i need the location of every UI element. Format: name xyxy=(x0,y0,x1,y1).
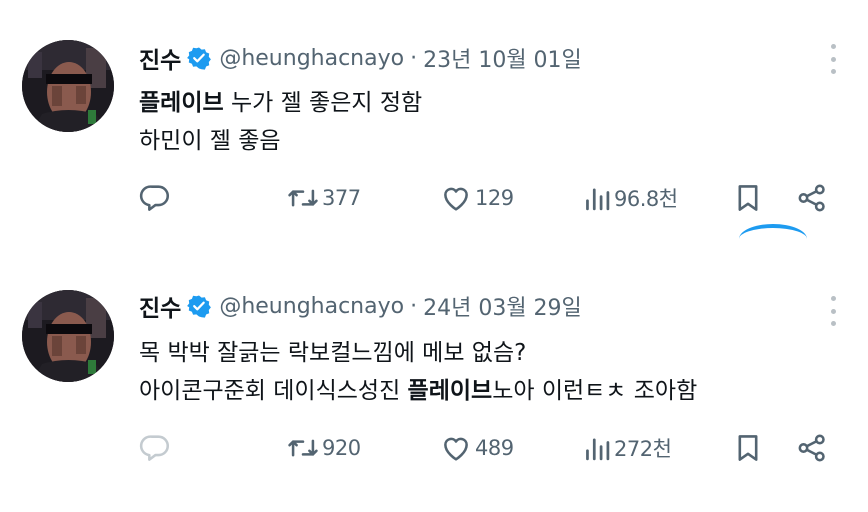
heart-icon xyxy=(439,181,473,215)
reply-button[interactable] xyxy=(138,181,172,215)
retweet-count: 377 xyxy=(322,186,361,210)
share-icon xyxy=(795,431,829,465)
tweet-2[interactable]: 진수 @heunghacnayo · 24년 03월 29일 목 박박 잘긁는 … xyxy=(0,258,868,512)
action-bar: 377 129 96.8천 xyxy=(0,181,868,221)
tweet-feed: 진수 @heunghacnayo · 23년 10월 01일 플레이브 누가 젤… xyxy=(0,0,868,512)
reply-button[interactable] xyxy=(138,431,172,465)
retweet-button[interactable]: 377 xyxy=(286,181,361,215)
more-vertical-icon[interactable] xyxy=(828,296,838,326)
retweet-button[interactable]: 920 xyxy=(286,431,361,465)
tweet-text-segment: 아이콘구준회 데이식스성진 xyxy=(139,378,408,404)
tweet-header: 진수 @heunghacnayo · 23년 10월 01일 xyxy=(139,40,582,76)
tweet-header: 진수 @heunghacnayo · 24년 03월 29일 xyxy=(139,288,582,324)
retweet-count: 920 xyxy=(322,436,361,460)
views-button[interactable]: 96.8천 xyxy=(582,181,678,215)
views-count: 272천 xyxy=(614,437,672,461)
views-icon xyxy=(582,431,612,465)
views-button[interactable]: 272천 xyxy=(582,431,672,465)
more-vertical-icon[interactable] xyxy=(828,44,838,74)
avatar[interactable] xyxy=(22,40,114,132)
tweet-text-segment: 누가 젤 좋은지 정함 xyxy=(223,90,423,116)
display-name[interactable]: 진수 xyxy=(139,289,181,323)
like-button[interactable]: 129 xyxy=(439,181,514,215)
separator-dot: · xyxy=(410,293,418,319)
bookmark-button[interactable] xyxy=(733,431,763,465)
display-name[interactable]: 진수 xyxy=(139,41,181,75)
tweet-date[interactable]: 24년 03월 29일 xyxy=(423,290,582,322)
tweet-1[interactable]: 진수 @heunghacnayo · 23년 10월 01일 플레이브 누가 젤… xyxy=(0,0,868,250)
highlighted-keyword: 플레이브 xyxy=(139,90,224,116)
share-button[interactable] xyxy=(795,181,829,215)
tweet-text-line: 목 박박 잘긁는 락보컬느낌에 메보 없슴? xyxy=(139,340,527,366)
like-count: 489 xyxy=(475,436,514,460)
action-bar: 920 489 272천 xyxy=(0,431,868,471)
retweet-icon xyxy=(286,431,320,465)
tweet-text-line: 하민이 젤 좋음 xyxy=(139,128,281,154)
reply-icon xyxy=(138,181,172,215)
user-handle[interactable]: @heunghacnayo xyxy=(219,46,404,71)
highlighted-keyword: 플레이브 xyxy=(407,378,493,404)
tweet-text: 목 박박 잘긁는 락보컬느낌에 메보 없슴? 아이콘구준회 데이식스성진 플레이… xyxy=(139,334,697,410)
verified-badge-icon xyxy=(187,46,212,70)
reply-icon xyxy=(138,431,172,465)
bookmark-button[interactable] xyxy=(733,181,763,215)
like-count: 129 xyxy=(475,186,514,210)
refresh-indicator xyxy=(739,224,807,240)
tweet-text-line: 아이콘구준회 데이식스성진 플레이브노아 이런ㅌㅊ 조아함 xyxy=(139,372,697,410)
bookmark-icon xyxy=(733,181,763,215)
views-count: 96.8천 xyxy=(614,187,678,211)
tweet-date[interactable]: 23년 10월 01일 xyxy=(423,42,582,74)
heart-icon xyxy=(439,431,473,465)
views-icon xyxy=(582,181,612,215)
retweet-icon xyxy=(286,181,320,215)
separator-dot: · xyxy=(410,45,418,71)
tweet-text-segment: 노아 이런ㅌㅊ 조아함 xyxy=(492,378,698,404)
bookmark-icon xyxy=(733,431,763,465)
share-icon xyxy=(795,181,829,215)
like-button[interactable]: 489 xyxy=(439,431,514,465)
tweet-text: 플레이브 누가 젤 좋은지 정함 하민이 젤 좋음 xyxy=(139,84,422,160)
verified-badge-icon xyxy=(187,294,212,318)
tweet-text-line: 플레이브 누가 젤 좋은지 정함 xyxy=(139,84,422,122)
user-handle[interactable]: @heunghacnayo xyxy=(219,294,404,319)
share-button[interactable] xyxy=(795,431,829,465)
avatar[interactable] xyxy=(22,290,114,382)
